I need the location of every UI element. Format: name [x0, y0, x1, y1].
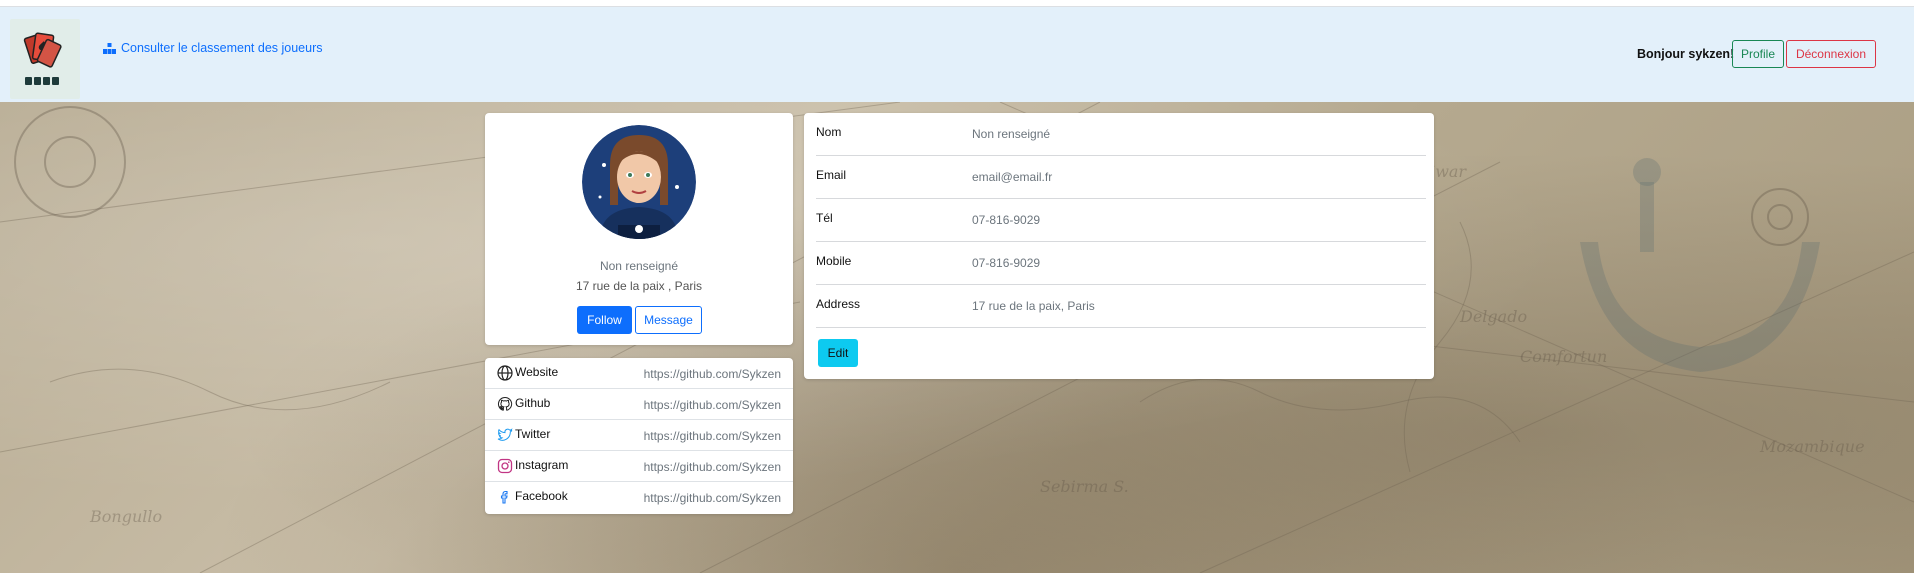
edit-button[interactable]: Edit [818, 339, 858, 367]
detail-value: 07-816-9029 [972, 256, 1041, 270]
detail-label: Mobile [816, 254, 852, 268]
social-link-label: Instagram [515, 458, 569, 472]
detail-label: Nom [816, 125, 842, 139]
follow-button[interactable]: Follow [577, 306, 632, 334]
social-link-twitter[interactable]: Twitter https://github.com/Sykzen [485, 420, 793, 451]
svg-text:Sebirma S.: Sebirma S. [1040, 477, 1129, 496]
profile-card: Non renseigné 17 rue de la paix , Paris … [485, 113, 793, 345]
logout-button[interactable]: Déconnexion [1786, 40, 1876, 68]
svg-text:Delgado: Delgado [1459, 307, 1527, 326]
message-button[interactable]: Message [635, 306, 702, 334]
detail-label: Tél [816, 211, 833, 225]
social-link-label: Twitter [515, 427, 551, 441]
detail-row-address: Address 17 rue de la paix, Paris [816, 285, 1426, 328]
social-link-url: https://github.com/Sykzen [643, 429, 781, 443]
details-card: Nom Non renseigné Email email@email.fr T… [804, 113, 1434, 379]
detail-value: 07-816-9029 [972, 213, 1041, 227]
social-link-label: Facebook [515, 489, 568, 503]
detail-value: 17 rue de la paix, Paris [972, 299, 1095, 313]
svg-text:Comfortun: Comfortun [1520, 347, 1607, 366]
social-link-github[interactable]: Github https://github.com/Sykzen [485, 389, 793, 420]
globe-icon [497, 365, 513, 381]
detail-label: Email [816, 168, 847, 182]
profile-address: 17 rue de la paix , Paris [575, 279, 703, 293]
social-link-label: Github [515, 396, 551, 410]
svg-text:Mozambique: Mozambique [1759, 437, 1865, 456]
detail-value: Non renseigné [972, 127, 1051, 141]
social-link-url: https://github.com/Sykzen [643, 491, 781, 505]
detail-row-name: Nom Non renseigné [816, 113, 1426, 156]
social-link-label: Website [515, 365, 559, 379]
social-link-website[interactable]: Website https://github.com/Sykzen [485, 358, 793, 389]
ranking-icon [103, 42, 116, 54]
github-icon [497, 396, 513, 411]
navbar: Consulter le classement des joueurs Bonj… [0, 7, 1914, 102]
profile-button[interactable]: Profile [1732, 40, 1784, 68]
top-border [0, 0, 1914, 7]
cards-logo-icon[interactable] [10, 19, 80, 99]
instagram-icon [497, 458, 513, 474]
social-link-url: https://github.com/Sykzen [643, 367, 781, 381]
avatar [582, 125, 696, 239]
social-link-url: https://github.com/Sykzen [643, 460, 781, 474]
detail-row-mobile: Mobile 07-816-9029 [816, 242, 1426, 285]
detail-row-phone: Tél 07-816-9029 [816, 199, 1426, 242]
detail-row-email: Email email@email.fr [816, 156, 1426, 199]
profile-name: Non renseigné [599, 259, 679, 273]
social-link-url: https://github.com/Sykzen [643, 398, 781, 412]
detail-value: email@email.fr [972, 170, 1053, 184]
social-link-facebook[interactable]: Facebook https://github.com/Sykzen [485, 482, 793, 513]
ranking-link-label: Consulter le classement des joueurs [121, 41, 323, 55]
social-links-card: Website https://github.com/Sykzen Github… [485, 358, 793, 514]
twitter-icon [497, 428, 513, 441]
greeting-text: Bonjour sykzen! [1637, 47, 1735, 61]
ranking-link[interactable]: Consulter le classement des joueurs [103, 41, 323, 55]
detail-label: Address [816, 297, 861, 311]
svg-text:Bongullo: Bongullo [89, 507, 162, 526]
social-link-instagram[interactable]: Instagram https://github.com/Sykzen [485, 451, 793, 482]
facebook-icon [500, 490, 508, 504]
